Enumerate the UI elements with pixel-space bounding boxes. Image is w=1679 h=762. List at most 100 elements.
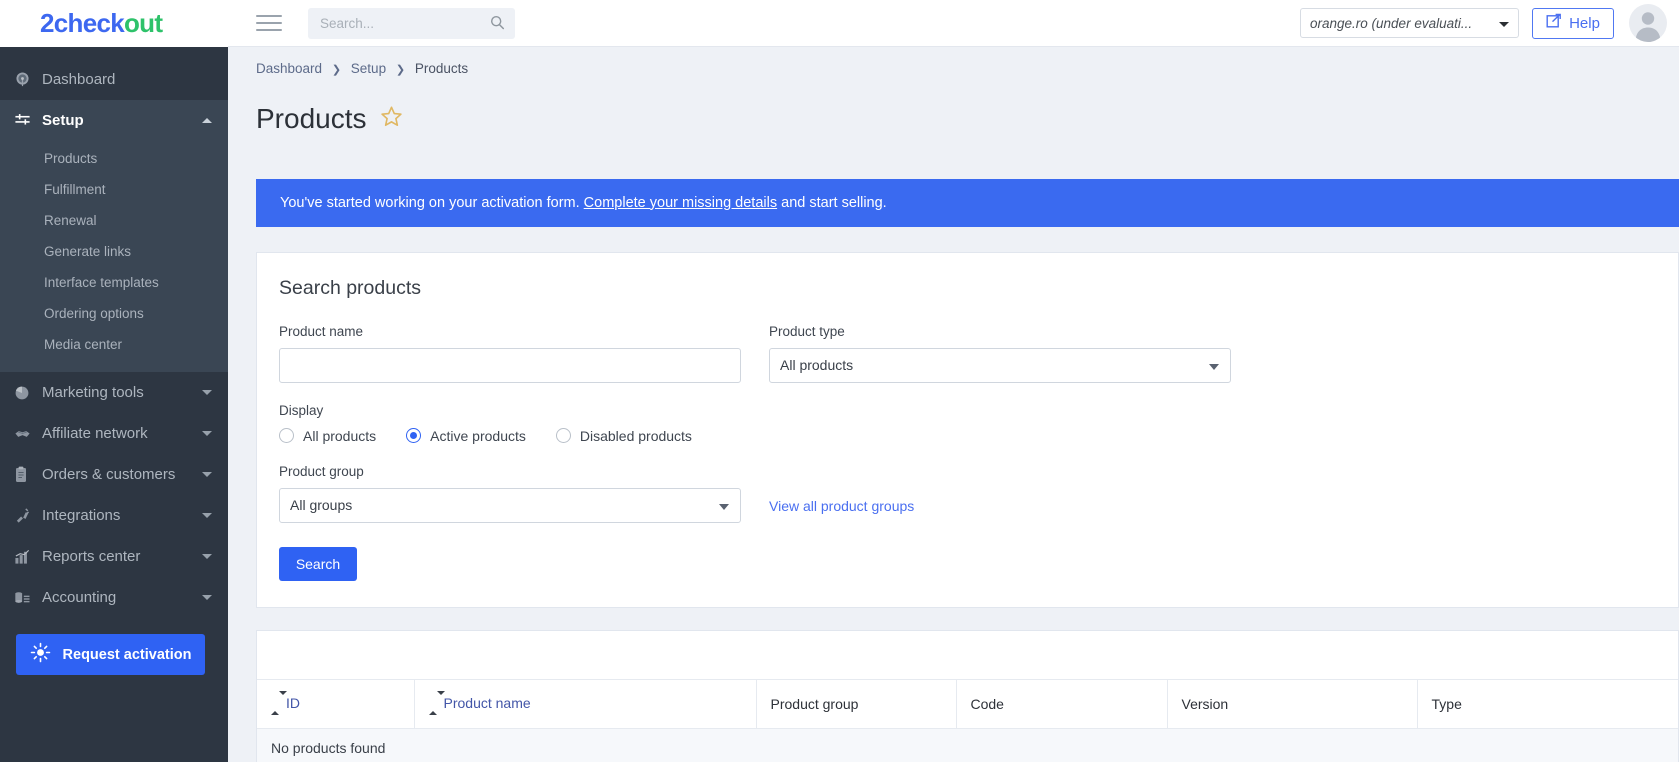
coins-icon bbox=[14, 590, 38, 606]
product-name-input[interactable] bbox=[279, 347, 741, 383]
product-type-label: Product type bbox=[769, 323, 845, 339]
sidebar-item-label: Affiliate network bbox=[42, 425, 148, 442]
breadcrumb: Dashboard ❯ Setup ❯ Products bbox=[228, 47, 1679, 76]
sidebar-item-integrations[interactable]: Integrations bbox=[0, 495, 228, 536]
sidebar-item-marketing-tools[interactable]: Marketing tools bbox=[0, 372, 228, 413]
help-button[interactable]: Help bbox=[1532, 7, 1614, 39]
table-header-label: Product name bbox=[443, 694, 531, 711]
table-empty-row: No products found bbox=[257, 728, 1678, 762]
display-filter-group: Display All products Active products Dis… bbox=[279, 403, 1678, 444]
star-outline-icon[interactable] bbox=[380, 105, 403, 132]
sidebar-item-accounting[interactable]: Accounting bbox=[0, 577, 228, 618]
search-input[interactable] bbox=[318, 7, 483, 39]
product-type-field-group: Product type All products bbox=[769, 324, 1231, 383]
breadcrumb-item-products: Products bbox=[414, 61, 469, 76]
view-all-product-groups-link[interactable]: View all product groups bbox=[769, 498, 914, 523]
sidebar-item-label: Accounting bbox=[42, 589, 117, 606]
logo-text-blue: 2check bbox=[40, 7, 125, 38]
chevron-down-icon bbox=[1209, 363, 1219, 370]
chevron-down-icon bbox=[202, 390, 212, 395]
main-content: Dashboard ❯ Setup ❯ Products Products Yo… bbox=[228, 47, 1679, 762]
sparkle-icon bbox=[30, 642, 51, 667]
sidebar-item-orders-customers[interactable]: Orders & customers bbox=[0, 454, 228, 495]
table-header-product-name[interactable]: Product name bbox=[414, 678, 757, 729]
product-group-field-group: Product group All groups View all produc… bbox=[279, 464, 1678, 523]
sidebar-item-affiliate-network[interactable]: Affiliate network bbox=[0, 413, 228, 454]
sidebar-item-renewal[interactable]: Renewal bbox=[0, 205, 228, 236]
display-radio-group: All products Active products Disabled pr… bbox=[279, 428, 1678, 444]
product-name-field-group: Product name bbox=[279, 324, 741, 383]
external-link-icon bbox=[1546, 13, 1562, 33]
products-table-card: ID Product name Product group Code Versi… bbox=[256, 629, 1679, 762]
radio-circle-selected-icon bbox=[406, 428, 422, 443]
activation-banner: You've started working on your activatio… bbox=[256, 178, 1679, 227]
table-header-label: Type bbox=[1431, 695, 1462, 712]
sidebar-item-generate-links[interactable]: Generate links bbox=[0, 236, 228, 267]
products-table: ID Product name Product group Code Versi… bbox=[257, 678, 1678, 762]
table-header-version: Version bbox=[1167, 678, 1418, 729]
sidebar-subitem-label: Generate links bbox=[44, 244, 132, 259]
sidebar-subitem-label: Ordering options bbox=[44, 306, 144, 321]
table-header-row: ID Product name Product group Code Versi… bbox=[257, 678, 1678, 729]
radio-label: Disabled products bbox=[579, 427, 692, 444]
account-selector[interactable]: orange.ro (under evaluati... bbox=[1300, 8, 1519, 38]
table-header-label: Product group bbox=[770, 695, 859, 712]
table-header-product-group: Product group bbox=[756, 678, 957, 729]
product-group-label: Product group bbox=[279, 463, 364, 479]
brand-logo[interactable]: 2checkout bbox=[0, 0, 228, 47]
sort-arrows-icon bbox=[271, 691, 287, 716]
sidebar: Dashboard Setup Products Fulfillment Ren… bbox=[0, 47, 228, 762]
radio-label: Active products bbox=[430, 427, 526, 444]
plug-icon bbox=[14, 507, 38, 524]
radio-circle-icon bbox=[555, 428, 571, 443]
request-activation-label: Request activation bbox=[62, 646, 192, 663]
search-button[interactable]: Search bbox=[279, 546, 357, 581]
product-group-select[interactable]: All groups bbox=[279, 487, 741, 523]
sidebar-item-label: Orders & customers bbox=[42, 466, 176, 483]
sidebar-subitem-label: Media center bbox=[44, 337, 123, 352]
breadcrumb-item-dashboard[interactable]: Dashboard bbox=[256, 61, 322, 76]
request-activation-button[interactable]: Request activation bbox=[16, 634, 205, 675]
table-header-id[interactable]: ID bbox=[257, 678, 415, 729]
sidebar-item-ordering-options[interactable]: Ordering options bbox=[0, 298, 228, 329]
radio-all-products[interactable]: All products bbox=[279, 428, 376, 444]
sidebar-subitem-label: Renewal bbox=[44, 213, 97, 228]
display-label: Display bbox=[279, 402, 324, 418]
radio-disabled-products[interactable]: Disabled products bbox=[555, 427, 692, 444]
global-search[interactable] bbox=[308, 7, 515, 39]
search-products-card: Search products Product name Product typ… bbox=[256, 251, 1679, 608]
app-root: 2checkout orange.ro (under evaluati... bbox=[0, 0, 1679, 762]
search-products-title: Search products bbox=[279, 276, 421, 299]
banner-link[interactable]: Complete your missing details bbox=[584, 195, 777, 211]
banner-text-after: and start selling. bbox=[781, 194, 887, 211]
avatar[interactable] bbox=[1629, 4, 1667, 42]
sidebar-subitem-label: Interface templates bbox=[44, 275, 159, 290]
sidebar-item-fulfillment[interactable]: Fulfillment bbox=[0, 174, 228, 205]
sidebar-subitem-label: Products bbox=[44, 151, 98, 166]
product-type-select[interactable]: All products bbox=[769, 347, 1231, 383]
sidebar-item-label: Setup bbox=[42, 112, 84, 129]
top-bar: 2checkout orange.ro (under evaluati... bbox=[0, 0, 1679, 47]
chevron-down-icon bbox=[202, 472, 212, 477]
sidebar-item-label: Integrations bbox=[42, 507, 121, 524]
product-name-label: Product name bbox=[279, 323, 364, 339]
sidebar-item-setup[interactable]: Setup bbox=[0, 100, 228, 141]
sidebar-item-interface-templates[interactable]: Interface templates bbox=[0, 267, 228, 298]
radio-active-products[interactable]: Active products bbox=[406, 428, 526, 444]
breadcrumb-item-setup[interactable]: Setup bbox=[351, 61, 386, 76]
bar-chart-icon bbox=[14, 549, 38, 565]
sidebar-item-reports-center[interactable]: Reports center bbox=[0, 536, 228, 577]
sidebar-item-label: Reports center bbox=[42, 548, 141, 565]
chevron-down-icon bbox=[719, 503, 729, 510]
sliders-icon bbox=[14, 112, 38, 129]
product-group-row: All groups View all product groups bbox=[279, 487, 1678, 523]
sidebar-subitem-label: Fulfillment bbox=[44, 182, 106, 197]
page-title: Products bbox=[256, 102, 367, 134]
sidebar-item-media-center[interactable]: Media center bbox=[0, 329, 228, 360]
sidebar-item-products[interactable]: Products bbox=[0, 143, 228, 174]
product-type-value: All products bbox=[780, 357, 854, 373]
sidebar-item-label: Marketing tools bbox=[42, 384, 144, 401]
hamburger-icon[interactable] bbox=[256, 13, 282, 33]
sidebar-item-dashboard[interactable]: Dashboard bbox=[0, 59, 228, 100]
product-group-value: All groups bbox=[290, 497, 353, 513]
